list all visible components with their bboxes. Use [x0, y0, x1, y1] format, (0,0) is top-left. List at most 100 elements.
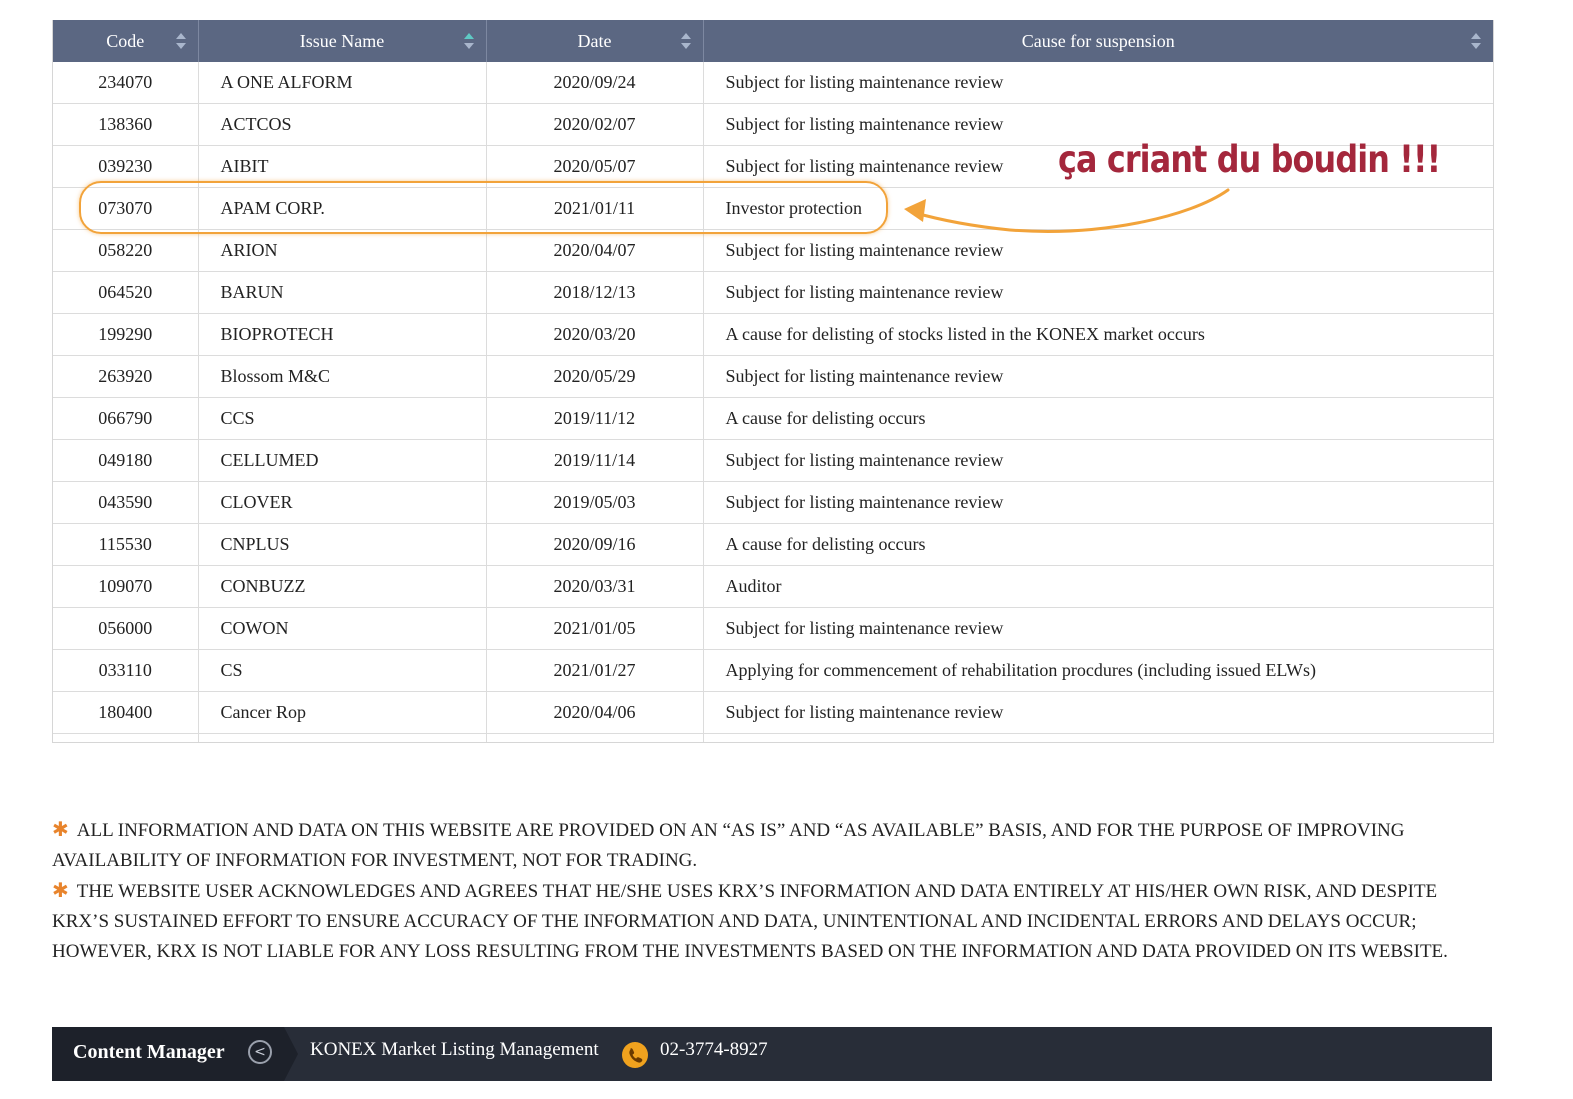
cell-cause: Subject for listing maintenance review: [703, 271, 1493, 314]
table-row[interactable]: 066790 CCS 2019/11/12 A cause for delisting…: [53, 397, 1493, 440]
cell-issue-name: BIOPROTECH: [198, 313, 487, 356]
cell-cause: Applying for commencement of rehabilitat…: [703, 649, 1493, 692]
table-header-row: Code Issue Name Date Cause for suspensio…: [53, 20, 1493, 62]
cell-cause: Subject for listing maintenance review: [703, 607, 1493, 650]
cell-date: 2020/05/07: [486, 145, 704, 188]
cell-issue-name: COWON: [198, 607, 487, 650]
content-manager-box: Content Manager <: [52, 1027, 284, 1081]
cell-date: 2021/01/11: [486, 187, 704, 230]
cell-code: 234070: [53, 62, 199, 104]
cell-date: 2019/11/14: [486, 439, 704, 482]
cell-date: 2021/01/27: [486, 649, 704, 692]
cell-date: 2020/04/07: [486, 229, 704, 272]
phone-number[interactable]: 02-3774-8927: [660, 1039, 768, 1061]
table-row[interactable]: 109070 CONBUZZ 2020/03/31 Auditor: [53, 565, 1493, 608]
cell-code: 064520: [53, 271, 199, 314]
sort-icon[interactable]: [175, 32, 186, 50]
cell-empty: [486, 733, 704, 742]
cell-date: 2020/09/24: [486, 62, 704, 104]
cell-issue-name: CELLUMED: [198, 439, 487, 482]
cell-cause: Subject for listing maintenance review: [703, 439, 1493, 482]
table-row[interactable]: 115530 CNPLUS 2020/09/16 A cause for delist…: [53, 523, 1493, 566]
asterisk-icon: ✱: [52, 880, 69, 902]
cell-date: 2020/02/07: [486, 103, 704, 146]
cell-date: 2021/01/05: [486, 607, 704, 650]
cell-issue-name: CCS: [198, 397, 487, 440]
table-row[interactable]: 058220 ARION 2020/04/07 Subject for listing…: [53, 229, 1493, 272]
table-row[interactable]: 056000 COWON 2021/01/05 Subject for listing…: [53, 607, 1493, 650]
header-date[interactable]: Date: [486, 20, 704, 62]
cell-date: 2020/03/31: [486, 565, 704, 608]
cell-issue-name: Cancer Rop: [198, 691, 487, 734]
cell-date: 2020/03/20: [486, 313, 704, 356]
cell-date: 2019/05/03: [486, 481, 704, 524]
table-row[interactable]: 033110 CS 2021/01/27 Applying for commencem…: [53, 649, 1493, 692]
content-manager-tail: [284, 1027, 298, 1081]
cell-issue-name: BARUN: [198, 271, 487, 314]
cell-cause: A cause for delisting of stocks listed i…: [703, 313, 1493, 356]
cell-code: 263920: [53, 355, 199, 398]
disclaimer-text: THE WEBSITE USER ACKNOWLEDGES AND AGREES…: [52, 881, 1448, 962]
table-row[interactable]: 049180 CELLUMED 2019/11/14 Subject for list…: [53, 439, 1493, 482]
cell-date: 2018/12/13: [486, 271, 704, 314]
table-row[interactable]: 234070 A ONE ALFORM 2020/09/24 Subject for …: [53, 62, 1493, 104]
header-code-label: Code: [106, 30, 145, 51]
cell-code: 115530: [53, 523, 199, 566]
table-row-partial: [53, 733, 1493, 742]
table-row[interactable]: 073070 APAM CORP. 2021/01/11 Investor prote…: [53, 187, 1493, 230]
cell-issue-name: ACTCOS: [198, 103, 487, 146]
disclaimer-item: ✱ THE WEBSITE USER ACKNOWLEDGES AND AGREE…: [52, 876, 1492, 967]
cell-cause: Subject for listing maintenance review: [703, 355, 1493, 398]
cell-cause: A cause for delisting occurs: [703, 523, 1493, 566]
cell-code: 033110: [53, 649, 199, 692]
table-row[interactable]: 180400 Cancer Rop 2020/04/06 Subject for li…: [53, 691, 1493, 734]
cell-issue-name: ARION: [198, 229, 487, 272]
cell-issue-name: APAM CORP.: [198, 187, 487, 230]
sort-icon[interactable]: [463, 32, 474, 50]
cell-empty: [53, 733, 199, 742]
cell-cause: Subject for listing maintenance review: [703, 691, 1493, 734]
cell-issue-name: CNPLUS: [198, 523, 487, 566]
cell-code: 199290: [53, 313, 199, 356]
sort-icon[interactable]: [680, 32, 691, 50]
cell-date: 2019/11/12: [486, 397, 704, 440]
cell-issue-name: CONBUZZ: [198, 565, 487, 608]
sort-icon[interactable]: [1471, 32, 1481, 50]
table-row[interactable]: 263920 Blossom M&C 2020/05/29 Subject for l…: [53, 355, 1493, 398]
cell-code: 109070: [53, 565, 199, 608]
header-cause[interactable]: Cause for suspension: [703, 20, 1493, 62]
cell-cause: Subject for listing maintenance review: [703, 481, 1493, 524]
phone-icon: [622, 1042, 648, 1068]
cell-code: 138360: [53, 103, 199, 146]
table-row[interactable]: 064520 BARUN 2018/12/13 Subject for listing…: [53, 271, 1493, 314]
suspension-table-container: Code Issue Name Date Cause for suspensio…: [52, 20, 1494, 743]
disclaimer-text: ALL INFORMATION AND DATA ON THIS WEBSITE…: [52, 820, 1405, 871]
cell-code: 066790: [53, 397, 199, 440]
cell-code: 058220: [53, 229, 199, 272]
cell-cause: Subject for listing maintenance review: [703, 62, 1493, 104]
cell-issue-name: AIBIT: [198, 145, 487, 188]
header-issue-name[interactable]: Issue Name: [198, 20, 487, 62]
cell-issue-name: CLOVER: [198, 481, 487, 524]
header-code[interactable]: Code: [53, 20, 199, 62]
cell-cause: Auditor: [703, 565, 1493, 608]
table-row[interactable]: 199290 BIOPROTECH 2020/03/20 A cause for de…: [53, 313, 1493, 356]
cell-date: 2020/04/06: [486, 691, 704, 734]
disclaimer: ✱ ALL INFORMATION AND DATA ON THIS WEBSIT…: [52, 815, 1492, 967]
table-row[interactable]: 043590 CLOVER 2019/05/03 Subject for listin…: [53, 481, 1493, 524]
cell-date: 2020/05/29: [486, 355, 704, 398]
cell-issue-name: Blossom M&C: [198, 355, 487, 398]
header-issue-name-label: Issue Name: [299, 30, 385, 51]
disclaimer-item: ✱ ALL INFORMATION AND DATA ON THIS WEBSIT…: [52, 815, 1492, 876]
asterisk-icon: ✱: [52, 819, 69, 841]
cell-code: 180400: [53, 691, 199, 734]
cell-cause: A cause for delisting occurs: [703, 397, 1493, 440]
cell-code: 039230: [53, 145, 199, 188]
chevron-left-icon[interactable]: <: [248, 1040, 272, 1064]
header-cause-label: Cause for suspension: [1021, 30, 1175, 51]
content-manager-bar: Content Manager < KONEX Market Listing M…: [52, 1027, 1492, 1081]
suspension-table: Code Issue Name Date Cause for suspensio…: [53, 20, 1493, 742]
header-date-label: Date: [577, 30, 612, 51]
cell-empty: [198, 733, 487, 742]
content-manager-label: Content Manager: [73, 1041, 225, 1063]
